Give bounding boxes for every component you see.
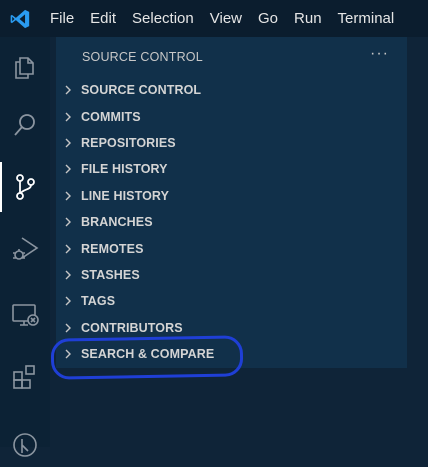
section-tags[interactable]: TAGS (56, 288, 407, 314)
chevron-right-icon (63, 81, 81, 99)
source-control-sidebar: SOURCE CONTROL ··· SOURCE CONTROL COMMIT… (56, 37, 407, 447)
run-debug-icon[interactable] (0, 224, 50, 274)
remote-explorer-icon[interactable] (0, 290, 50, 340)
section-label: FILE HISTORY (81, 162, 168, 177)
ellipsis-icon[interactable]: ··· (370, 46, 389, 62)
chevron-right-icon (63, 134, 81, 152)
section-label: BRANCHES (81, 215, 153, 230)
chevron-right-icon (63, 213, 81, 231)
menu-file[interactable]: File (40, 0, 82, 37)
menu-bar: File Edit Selection View Go Run Terminal (0, 0, 428, 37)
menu-edit[interactable]: Edit (82, 0, 124, 37)
vscode-logo-icon (0, 0, 40, 37)
chevron-right-icon (63, 292, 81, 310)
sidebar-header: SOURCE CONTROL ··· (56, 37, 407, 77)
section-label: CONTRIBUTORS (81, 320, 183, 335)
gitlens-icon[interactable] (0, 417, 50, 467)
extensions-icon[interactable] (0, 352, 50, 402)
section-label: COMMITS (81, 109, 141, 124)
menu-view[interactable]: View (202, 0, 250, 37)
chevron-right-icon (63, 108, 81, 126)
section-label: STASHES (81, 267, 140, 282)
section-source-control[interactable]: SOURCE CONTROL (56, 77, 407, 103)
section-label: SEARCH & COMPARE (81, 347, 215, 362)
section-commits[interactable]: COMMITS (56, 103, 407, 129)
source-control-icon[interactable] (0, 162, 50, 212)
menu-run[interactable]: Run (286, 0, 330, 37)
section-branches[interactable]: BRANCHES (56, 209, 407, 235)
section-label: REMOTES (81, 241, 144, 256)
activity-bar (0, 37, 50, 457)
chevron-right-icon (63, 240, 81, 258)
section-search-compare[interactable]: SEARCH & COMPARE (56, 341, 407, 367)
section-label: SOURCE CONTROL (81, 83, 202, 98)
sidebar-title: SOURCE CONTROL (82, 50, 203, 64)
chevron-right-icon (63, 187, 81, 205)
explorer-icon[interactable] (0, 42, 50, 92)
section-repositories[interactable]: REPOSITORIES (56, 130, 407, 156)
chevron-right-icon (63, 160, 81, 178)
section-label: LINE HISTORY (81, 188, 170, 203)
menu-go[interactable]: Go (250, 0, 286, 37)
section-label: TAGS (81, 294, 116, 309)
menu-terminal[interactable]: Terminal (330, 0, 403, 37)
chevron-right-icon (63, 319, 81, 337)
menu-selection[interactable]: Selection (124, 0, 202, 37)
chevron-right-icon (63, 345, 81, 363)
chevron-right-icon (63, 266, 81, 284)
section-line-history[interactable]: LINE HISTORY (56, 183, 407, 209)
section-remotes[interactable]: REMOTES (56, 235, 407, 261)
sidebar-empty-area (56, 368, 407, 447)
editor-edge (407, 37, 428, 447)
section-label: REPOSITORIES (81, 135, 176, 150)
section-stashes[interactable]: STASHES (56, 262, 407, 288)
section-contributors[interactable]: CONTRIBUTORS (56, 315, 407, 341)
search-icon[interactable] (0, 100, 50, 150)
section-file-history[interactable]: FILE HISTORY (56, 156, 407, 182)
